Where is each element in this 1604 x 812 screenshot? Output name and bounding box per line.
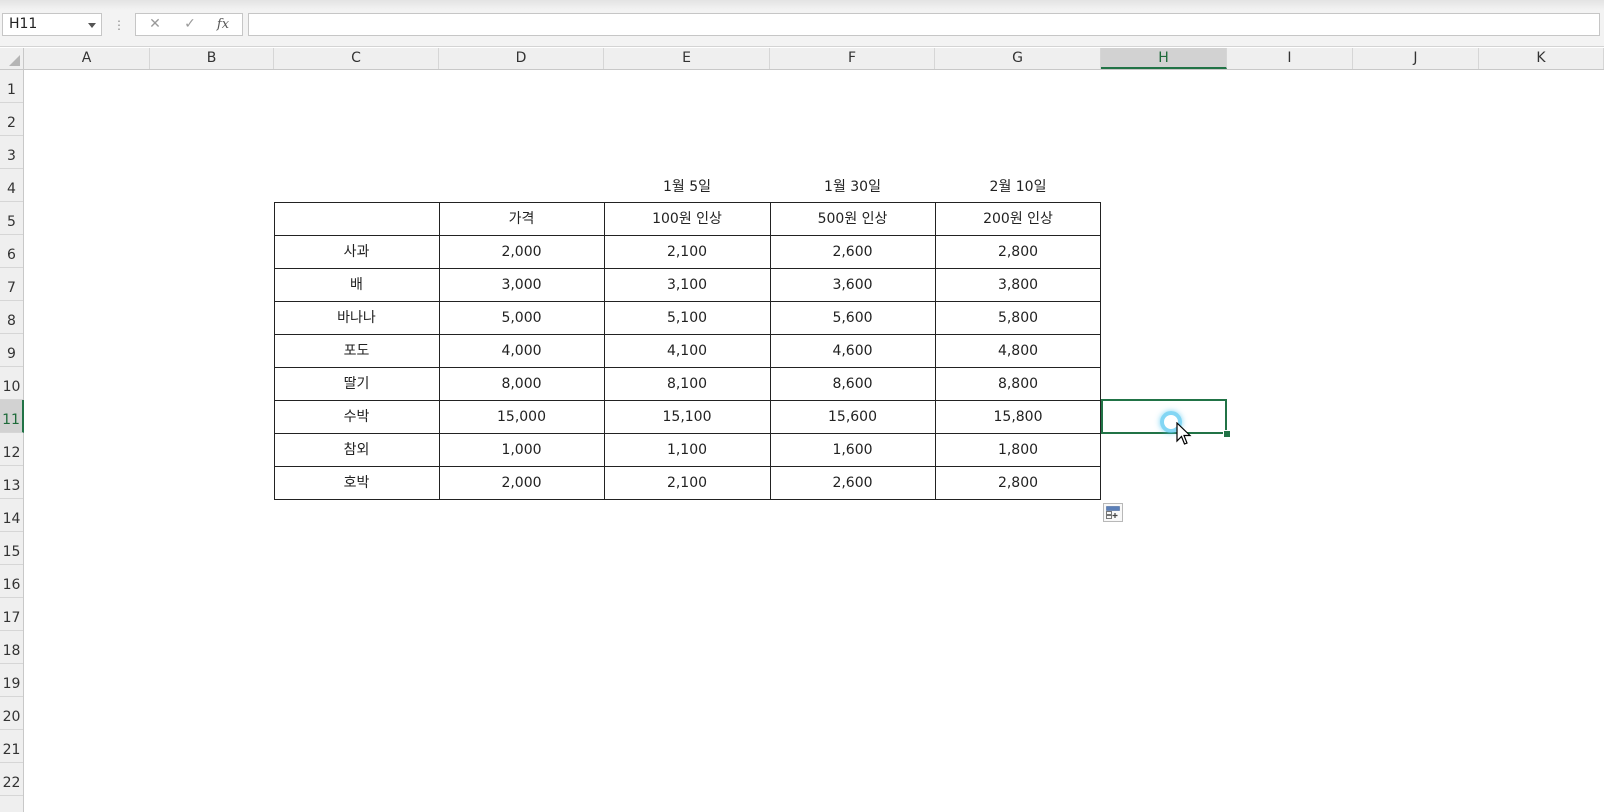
table-row-label[interactable]: 참외 xyxy=(274,434,439,467)
table-row-label[interactable]: 딸기 xyxy=(274,368,439,401)
table-cell[interactable]: 15,000 xyxy=(439,401,604,434)
table-cell[interactable]: 1,600 xyxy=(770,434,935,467)
date-cell[interactable]: 2월 10일 xyxy=(935,171,1101,204)
table-row-label[interactable]: 포도 xyxy=(274,335,439,368)
table-row-label[interactable]: 수박 xyxy=(274,401,439,434)
table-cell[interactable]: 5,100 xyxy=(604,302,770,335)
fill-handle[interactable] xyxy=(1223,430,1231,438)
table-cell[interactable]: 2,100 xyxy=(604,236,770,269)
table-cell[interactable]: 3,000 xyxy=(439,269,604,302)
table-cell[interactable]: 15,800 xyxy=(935,401,1101,434)
table-row-label[interactable]: 호박 xyxy=(274,467,439,500)
table-cell[interactable]: 8,000 xyxy=(439,368,604,401)
table-cell[interactable]: 2,600 xyxy=(770,236,935,269)
table-cell[interactable]: 2,100 xyxy=(604,467,770,500)
table-row-label[interactable]: 사과 xyxy=(274,236,439,269)
table-cell[interactable]: 3,600 xyxy=(770,269,935,302)
table-header-cell[interactable]: 100원 인상 xyxy=(604,203,770,236)
table-cell[interactable]: 4,600 xyxy=(770,335,935,368)
table-cell[interactable]: 5,600 xyxy=(770,302,935,335)
table-row-label[interactable]: 바나나 xyxy=(274,302,439,335)
quick-analysis-button[interactable] xyxy=(1103,503,1123,522)
worksheet-grid[interactable]: 1월 5일 1월 30일 2월 10일가격 100원 인상 500원 인상 200원 인상… xyxy=(0,0,1604,812)
table-cell[interactable]: 8,600 xyxy=(770,368,935,401)
table-cell[interactable]: 15,100 xyxy=(604,401,770,434)
quick-analysis-icon xyxy=(1106,506,1120,519)
table-cell[interactable]: 4,800 xyxy=(935,335,1101,368)
date-cell[interactable]: 1월 5일 xyxy=(604,171,770,204)
table-row-label[interactable]: 배 xyxy=(274,269,439,302)
table-cell[interactable]: 4,000 xyxy=(439,335,604,368)
table-cell[interactable]: 1,800 xyxy=(935,434,1101,467)
mouse-cursor-icon xyxy=(1176,422,1192,445)
table-header-cell[interactable]: 가격 xyxy=(439,203,604,236)
table-cell[interactable]: 15,600 xyxy=(770,401,935,434)
table-cell[interactable]: 2,600 xyxy=(770,467,935,500)
table-cell[interactable]: 2,800 xyxy=(935,236,1101,269)
table-cell[interactable]: 2,800 xyxy=(935,467,1101,500)
table-cell[interactable]: 8,100 xyxy=(604,368,770,401)
table-header-cell[interactable]: 200원 인상 xyxy=(935,203,1101,236)
table-header-cell[interactable]: 500원 인상 xyxy=(770,203,935,236)
table-cell[interactable]: 4,100 xyxy=(604,335,770,368)
table-cell[interactable]: 3,100 xyxy=(604,269,770,302)
table-cell[interactable]: 1,100 xyxy=(604,434,770,467)
table-cell[interactable]: 3,800 xyxy=(935,269,1101,302)
table-cell[interactable]: 8,800 xyxy=(935,368,1101,401)
table-cell[interactable]: 2,000 xyxy=(439,467,604,500)
date-cell[interactable]: 1월 30일 xyxy=(770,171,935,204)
table-header-cell[interactable] xyxy=(274,203,439,236)
table-cell[interactable]: 1,000 xyxy=(439,434,604,467)
table-cell[interactable]: 2,000 xyxy=(439,236,604,269)
table-cell[interactable]: 5,800 xyxy=(935,302,1101,335)
table-cell[interactable]: 5,000 xyxy=(439,302,604,335)
